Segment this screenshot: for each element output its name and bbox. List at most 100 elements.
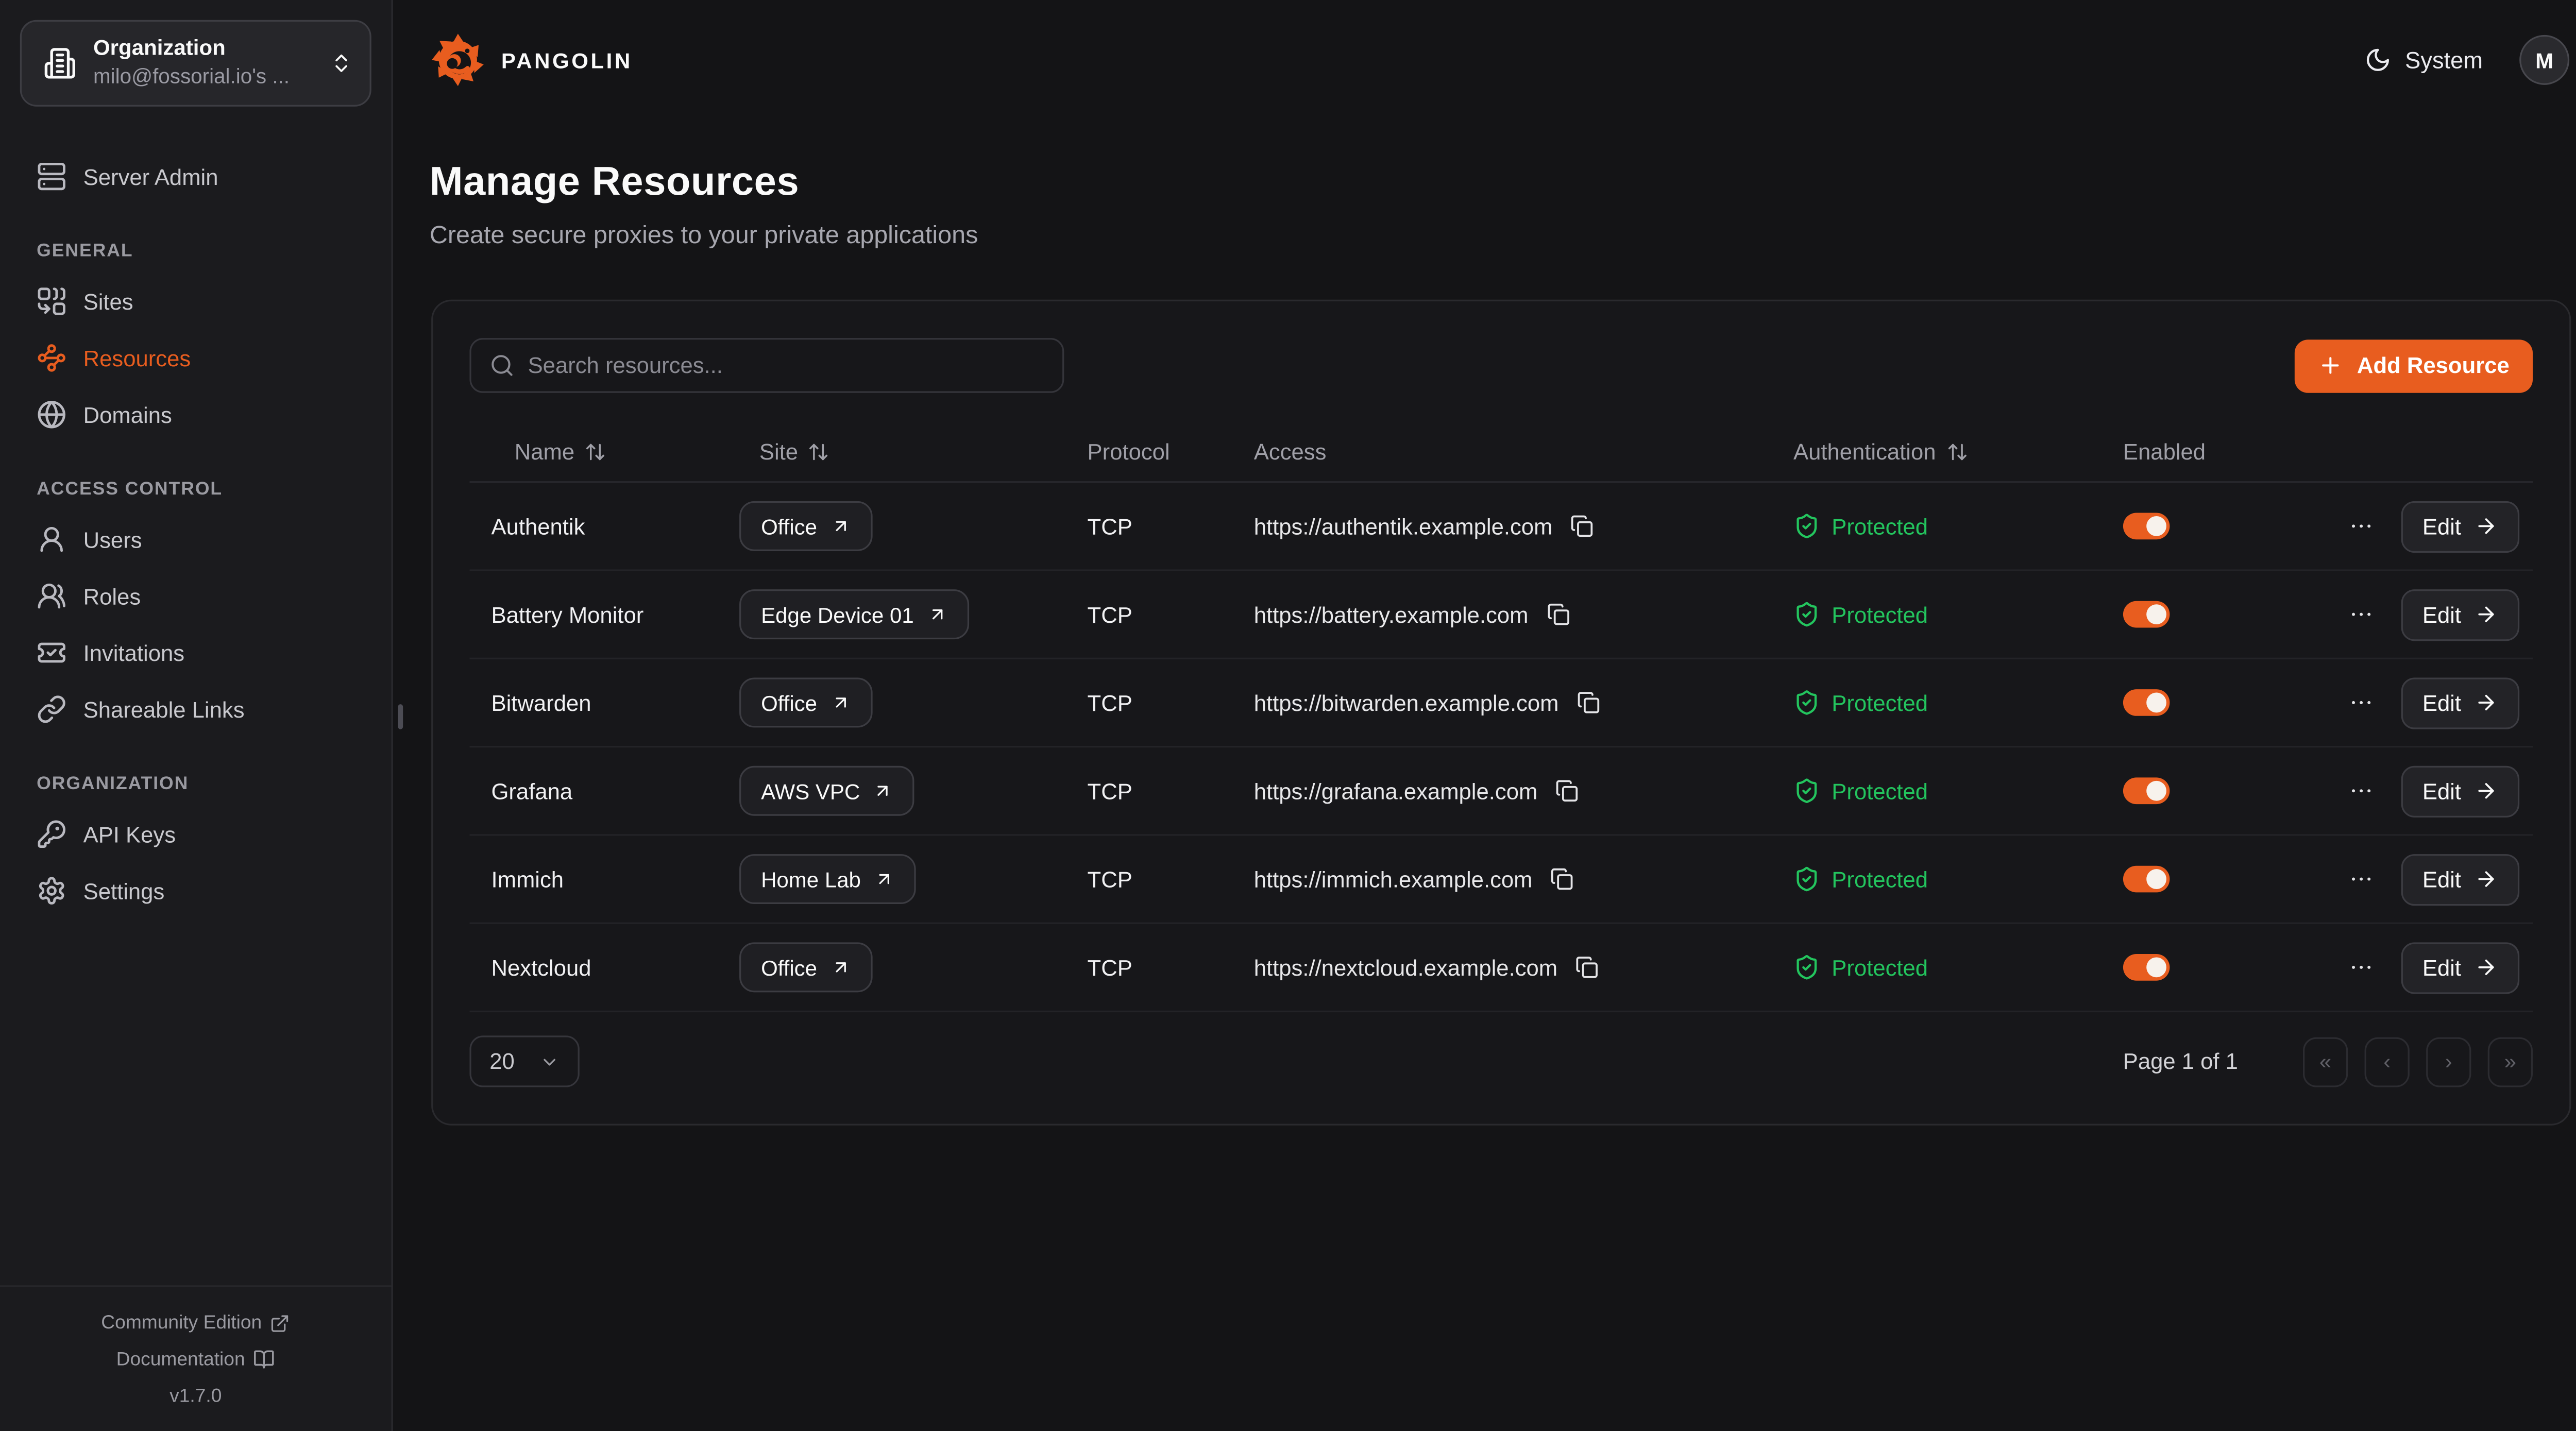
sidebar-section-organization: ORGANIZATION (37, 774, 354, 794)
copy-button[interactable] (1574, 688, 1604, 718)
sidebar-item-label: Invitations (83, 640, 185, 665)
org-selector[interactable]: Organization milo@fossorial.io's ... (20, 20, 371, 107)
sidebar-item-shareable-links[interactable]: Shareable Links (20, 683, 371, 736)
sidebar-item-api-keys[interactable]: API Keys (20, 808, 371, 861)
ellipsis-icon (2347, 601, 2374, 628)
last-page-button[interactable]: » (2488, 1036, 2533, 1086)
site-link-button[interactable]: Home Lab (739, 854, 916, 904)
access-url: https://bitwarden.example.com (1254, 690, 1559, 715)
search-box (469, 338, 1064, 393)
row-menu-button[interactable] (2344, 686, 2378, 720)
avatar[interactable]: M (2519, 35, 2569, 85)
sidebar-item-domains[interactable]: Domains (20, 388, 371, 441)
sidebar-item-resources[interactable]: Resources (20, 331, 371, 384)
sidebar-item-users[interactable]: Users (20, 513, 371, 566)
next-page-button[interactable]: › (2426, 1036, 2471, 1086)
toggle-knob (2146, 869, 2166, 889)
row-menu-button[interactable] (2344, 509, 2378, 543)
community-edition-link[interactable]: Community Edition (0, 1304, 392, 1341)
previous-page-button[interactable]: ‹ (2365, 1036, 2410, 1086)
access-cell: https://authentik.example.com (1254, 511, 1793, 541)
access-cell: https://bitwarden.example.com (1254, 688, 1793, 718)
edit-button[interactable]: Edit (2401, 853, 2519, 905)
site-link-button[interactable]: Office (739, 942, 872, 992)
combine-icon (37, 286, 66, 316)
copy-button[interactable] (1548, 864, 1578, 894)
site-link-button[interactable]: Office (739, 677, 872, 727)
theme-toggle[interactable]: System (2365, 46, 2483, 73)
edit-label: Edit (2422, 955, 2461, 980)
actions-cell: Edit (2323, 589, 2533, 640)
copy-button[interactable] (1552, 776, 1582, 806)
plus-icon (2319, 353, 2344, 378)
org-selector-texts: Organization milo@fossorial.io's ... (93, 36, 313, 91)
column-header-site[interactable]: Site (739, 439, 1088, 464)
enabled-toggle[interactable] (2123, 689, 2170, 716)
site-link-button[interactable]: AWS VPC (739, 766, 915, 816)
page-size-select[interactable]: 20 (469, 1035, 579, 1087)
column-header-authentication[interactable]: Authentication (1793, 439, 2123, 464)
enabled-cell (2123, 777, 2323, 804)
auth-status: Protected (1832, 690, 1928, 715)
row-menu-button[interactable] (2344, 598, 2378, 631)
protocol: TCP (1088, 514, 1254, 538)
edit-button[interactable]: Edit (2401, 942, 2519, 993)
sidebar-resize-handle[interactable] (398, 704, 403, 729)
site-link-button[interactable]: Office (739, 501, 872, 551)
arrow-up-right-icon (831, 516, 851, 536)
row-menu-button[interactable] (2344, 774, 2378, 808)
copy-icon (1577, 691, 1600, 714)
auth-status: Protected (1832, 955, 1928, 980)
column-label: Site (759, 439, 798, 464)
sidebar-item-sites[interactable]: Sites (20, 275, 371, 328)
actions-cell: Edit (2323, 500, 2533, 552)
site-name: Office (761, 690, 817, 715)
brand[interactable]: PANGOLIN (430, 31, 633, 88)
actions-cell: Edit (2323, 942, 2533, 993)
access-cell: https://battery.example.com (1254, 600, 1793, 629)
access-url: https://grafana.example.com (1254, 778, 1538, 803)
edit-button[interactable]: Edit (2401, 500, 2519, 552)
copy-button[interactable] (1572, 952, 1602, 982)
enabled-toggle[interactable] (2123, 954, 2170, 981)
sidebar-item-server-admin[interactable]: Server Admin (20, 150, 371, 203)
edit-button[interactable]: Edit (2401, 765, 2519, 816)
enabled-toggle[interactable] (2123, 513, 2170, 539)
sidebar-item-settings[interactable]: Settings (20, 864, 371, 917)
sidebar-item-roles[interactable]: Roles (20, 569, 371, 622)
auth-status: Protected (1832, 602, 1928, 626)
actions-cell: Edit (2323, 677, 2533, 728)
edit-button[interactable]: Edit (2401, 589, 2519, 640)
sidebar-item-invitations[interactable]: Invitations (20, 626, 371, 679)
row-menu-button[interactable] (2344, 862, 2378, 896)
authentication-cell: Protected (1793, 954, 2123, 981)
add-resource-button[interactable]: Add Resource (2295, 339, 2533, 392)
access-url: https://immich.example.com (1254, 866, 1533, 891)
enabled-toggle[interactable] (2123, 601, 2170, 628)
edit-button[interactable]: Edit (2401, 677, 2519, 728)
resource-name: Bitwarden (469, 690, 739, 715)
first-page-button[interactable]: « (2303, 1036, 2348, 1086)
protocol: TCP (1088, 778, 1254, 803)
edit-label: Edit (2422, 514, 2461, 538)
enabled-toggle[interactable] (2123, 777, 2170, 804)
site-link-button[interactable]: Edge Device 01 (739, 589, 969, 639)
enabled-cell (2123, 601, 2323, 628)
table-toolbar: Add Resource (469, 338, 2533, 393)
ellipsis-icon (2347, 954, 2374, 981)
column-header-name[interactable]: Name (469, 439, 739, 464)
enabled-toggle[interactable] (2123, 866, 2170, 893)
copy-button[interactable] (1544, 600, 1573, 629)
site-cell: Home Lab (739, 854, 1088, 904)
search-input[interactable] (528, 353, 1044, 378)
table-row: Battery Monitor Edge Device 01 TCP https… (469, 571, 2533, 659)
sidebar-item-label: Settings (83, 878, 165, 903)
copy-button[interactable] (1568, 511, 1598, 541)
row-menu-button[interactable] (2344, 951, 2378, 984)
page-header: Manage Resources Create secure proxies t… (393, 120, 2576, 250)
arrow-up-right-icon (873, 781, 893, 801)
shield-check-icon (1793, 601, 1820, 628)
documentation-link[interactable]: Documentation (0, 1341, 392, 1377)
arrow-up-right-icon (874, 869, 894, 889)
main-content: PANGOLIN System M Manage Resources Creat… (393, 0, 2576, 1431)
